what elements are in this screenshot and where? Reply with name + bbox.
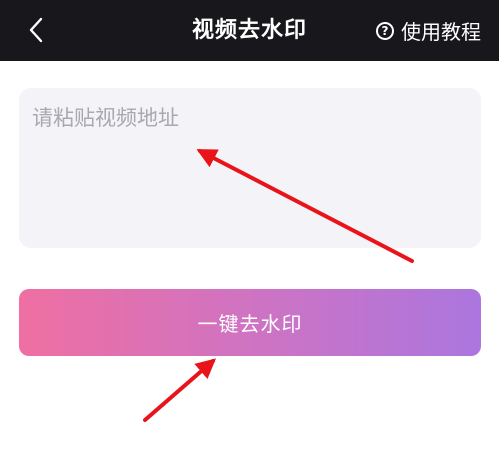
video-url-input[interactable] xyxy=(19,88,481,248)
question-circle-icon: ? xyxy=(376,21,394,40)
remove-watermark-button[interactable]: 一键去水印 xyxy=(19,289,481,356)
tutorial-label: 使用教程 xyxy=(401,20,481,44)
annotation-arrow-to-button xyxy=(143,358,217,422)
top-navigation-bar: 视频去水印 ? 使用教程 xyxy=(0,0,499,61)
tutorial-link[interactable]: ? 使用教程 xyxy=(376,0,481,61)
